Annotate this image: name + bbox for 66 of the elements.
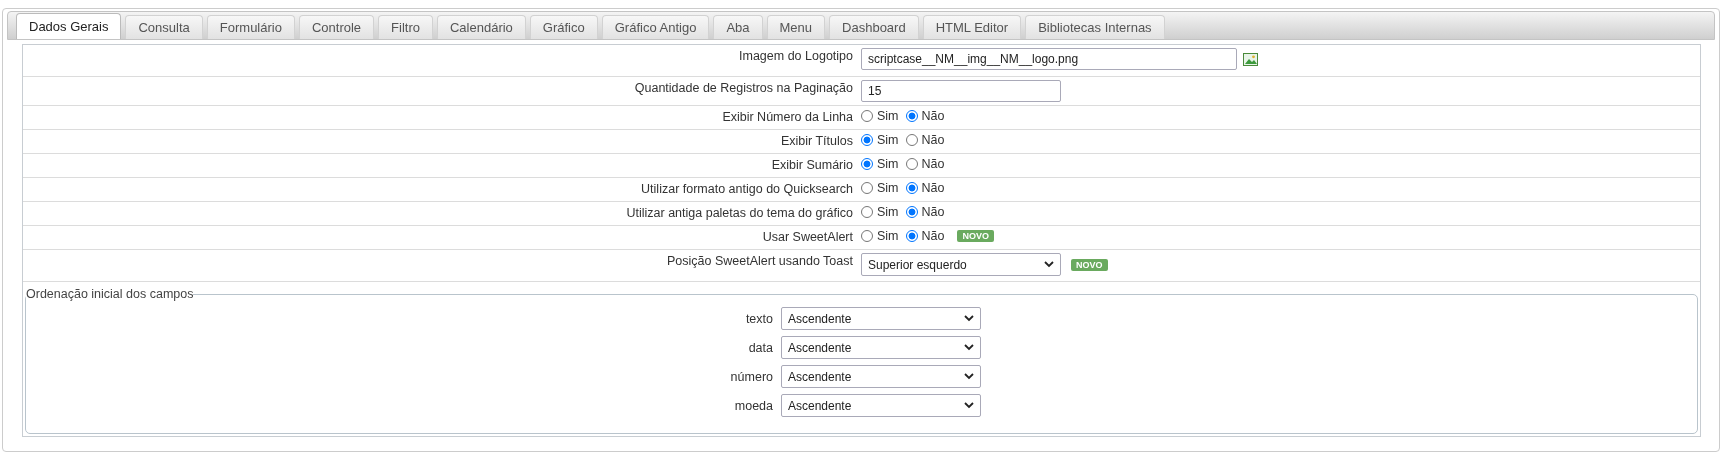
- tab[interactable]: Bibliotecas Internas: [1025, 15, 1165, 39]
- radio-button[interactable]: [861, 206, 873, 218]
- option-label: Não: [921, 181, 945, 195]
- field-label: Utilizar antiga paletas do tema do gráfico: [625, 205, 853, 220]
- tab[interactable]: Calendário: [436, 15, 526, 39]
- text-field[interactable]: scriptcase__NM__img__NM__logo.png: [861, 48, 1237, 70]
- radio-button[interactable]: [861, 158, 873, 170]
- chevron-down-icon: [964, 315, 974, 322]
- tab[interactable]: Formulário: [206, 15, 295, 39]
- field-label: Posição SweetAlert usando Toast: [666, 253, 853, 268]
- radio-button[interactable]: [905, 110, 918, 122]
- radio-button[interactable]: [861, 230, 873, 242]
- option-label: Não: [921, 109, 945, 123]
- radio-button[interactable]: [905, 230, 918, 242]
- dropdown[interactable]: Ascendente: [781, 307, 981, 330]
- field-label: Utilizar formato antigo do Quicksearch: [640, 181, 853, 196]
- field-label: Exibir Número da Linha: [721, 109, 853, 124]
- field-label: Quantidade de Registros na Paginação: [633, 80, 853, 95]
- field-label: Imagem do Logotipo: [738, 48, 853, 63]
- dropdown[interactable]: Ascendente: [781, 365, 981, 388]
- field-label: Exibir Sumário: [770, 157, 853, 172]
- option-label: Não: [921, 205, 945, 219]
- dropdown[interactable]: Ascendente: [781, 394, 981, 417]
- tab[interactable]: Gráfico Antigo: [601, 15, 710, 39]
- tab[interactable]: Dados Gerais: [16, 13, 122, 39]
- option-label: Sim: [877, 181, 899, 195]
- chevron-down-icon: [964, 402, 974, 409]
- chevron-down-icon: [964, 373, 974, 380]
- tab[interactable]: HTML Editor: [922, 15, 1022, 39]
- radio-button[interactable]: [905, 182, 918, 194]
- radio-button[interactable]: [905, 134, 918, 146]
- option-label: Sim: [877, 205, 899, 219]
- field-label: Exibir Títulos: [780, 133, 853, 148]
- field-label: número: [729, 369, 773, 384]
- tab[interactable]: Filtro: [378, 15, 433, 39]
- fieldset-legend: Ordenação inicial dos campos: [26, 287, 194, 301]
- option-label: Sim: [877, 157, 899, 171]
- field-label: Usar SweetAlert: [761, 229, 853, 244]
- option-label: Não: [921, 229, 945, 243]
- new-badge: NOVO: [957, 230, 994, 242]
- option-label: Sim: [877, 229, 899, 243]
- tab[interactable]: Menu: [766, 15, 826, 39]
- image-icon[interactable]: [1243, 52, 1258, 66]
- field-label: data: [747, 340, 773, 355]
- radio-button[interactable]: [905, 206, 918, 218]
- option-label: Sim: [877, 133, 899, 147]
- text-field[interactable]: 15: [861, 80, 1061, 102]
- option-label: Sim: [877, 109, 899, 123]
- tab[interactable]: Controle: [298, 15, 375, 39]
- tab[interactable]: Dashboard: [829, 15, 919, 39]
- radio-button[interactable]: [861, 110, 873, 122]
- radio-button[interactable]: [905, 158, 918, 170]
- chevron-down-icon: [1044, 261, 1054, 268]
- dropdown[interactable]: Superior esquerdo: [861, 253, 1061, 276]
- radio-button[interactable]: [861, 182, 873, 194]
- option-label: Não: [921, 133, 945, 147]
- radio-button[interactable]: [861, 134, 873, 146]
- option-label: Não: [921, 157, 945, 171]
- field-label: moeda: [733, 398, 773, 413]
- field-label: texto: [744, 311, 773, 326]
- tab[interactable]: Aba: [713, 15, 763, 39]
- new-badge: NOVO: [1071, 258, 1108, 271]
- tab[interactable]: Consulta: [125, 15, 203, 39]
- chevron-down-icon: [964, 344, 974, 351]
- tab[interactable]: Gráfico: [529, 15, 598, 39]
- dropdown[interactable]: Ascendente: [781, 336, 981, 359]
